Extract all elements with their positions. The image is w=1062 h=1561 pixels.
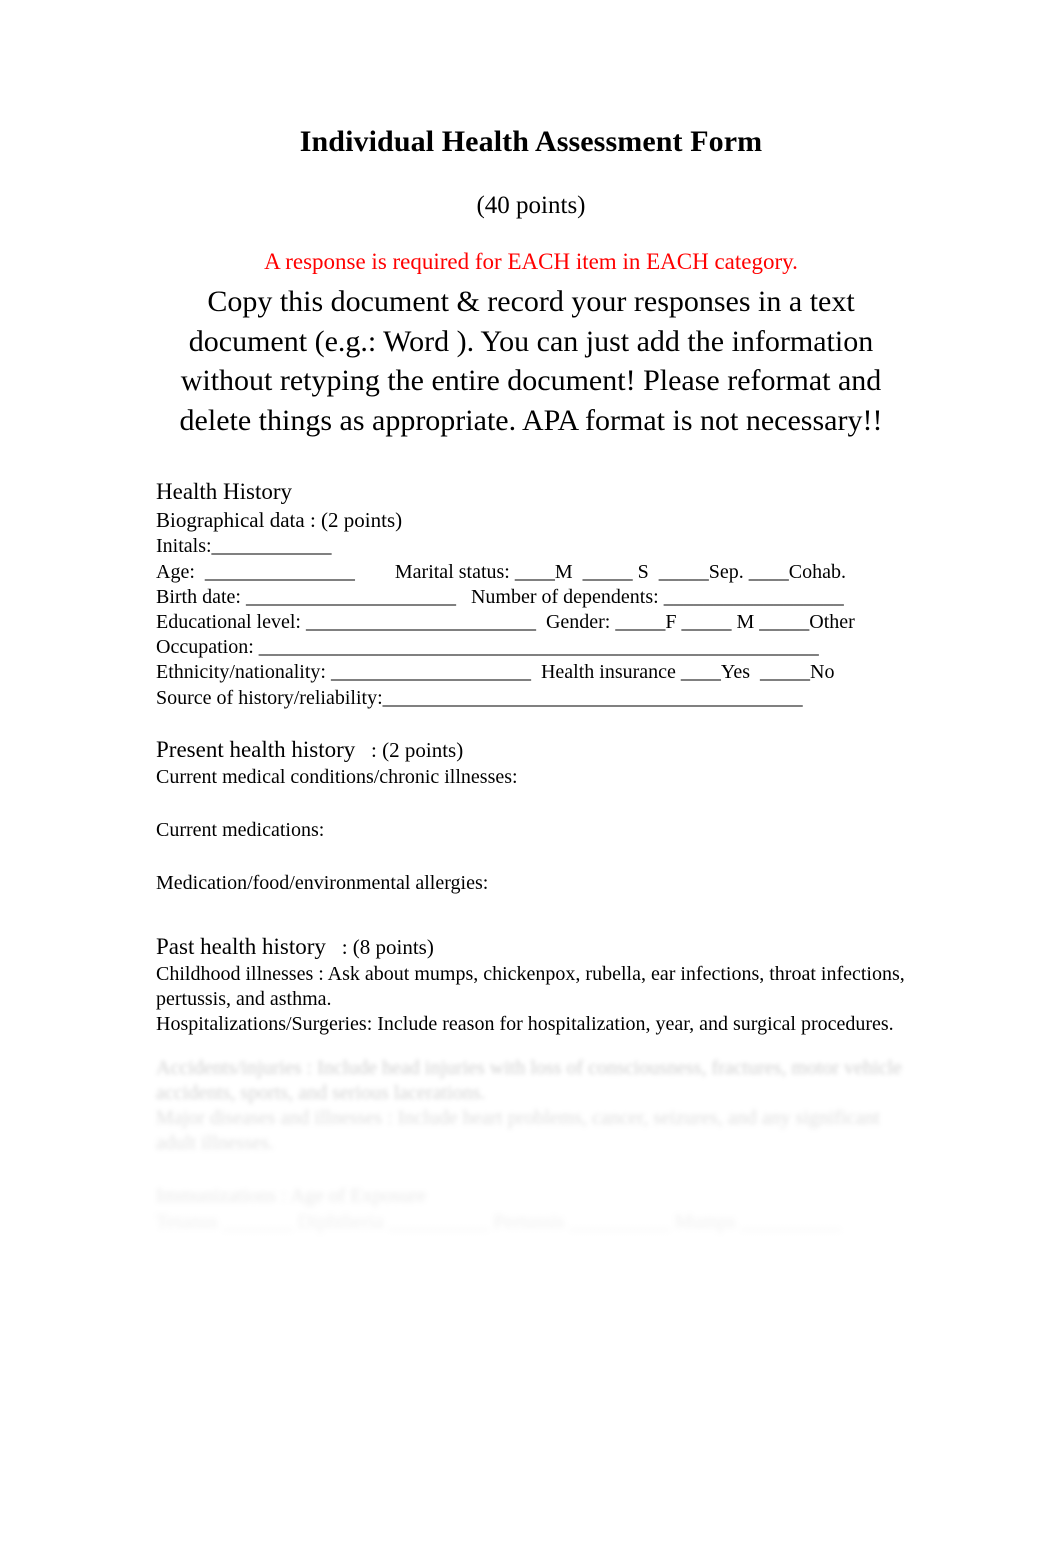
- section-present-health-history: Present health history : (2 points) Curr…: [156, 735, 906, 896]
- past-health-history-heading: Past health history : (8 points): [156, 932, 906, 962]
- health-history-heading: Health History: [156, 479, 293, 505]
- present-item-medications: Current medications:: [156, 818, 325, 841]
- field-occupation: Occupation: ____________________________…: [156, 636, 819, 659]
- present-health-history-heading: Present health history : (2 points): [156, 735, 906, 765]
- faded-text-region: Accidents/injuries : Include head injuri…: [136, 1049, 926, 1245]
- past-item-immunizations-faded: Immunizations : Age of Exposure: [156, 1185, 426, 1208]
- field-birth-date-dependents: Birth date: _____________________ Number…: [156, 585, 844, 608]
- past-item-immunization-blanks-faded: Tetanus _______ Diphtheria __________ Pe…: [156, 1210, 841, 1233]
- past-item-hospitalizations: Hospitalizations/Surgeries: Include reas…: [156, 1013, 894, 1036]
- field-source-of-history: Source of history/reliability:__________…: [156, 686, 803, 709]
- instructions-paragraph: Copy this document & record your respons…: [179, 284, 883, 438]
- section-past-health-history: Past health history : (8 points) Childho…: [136, 932, 926, 1245]
- document-content: Individual Health Assessment Form (40 po…: [136, 0, 926, 1245]
- past-health-history-points: : (8 points): [341, 935, 434, 960]
- field-initials: Initals:____________: [156, 535, 332, 558]
- present-health-history-points: : (2 points): [371, 737, 464, 762]
- page-title: Individual Health Assessment Form: [299, 125, 763, 158]
- required-response-warning: A response is required for EACH item in …: [264, 249, 798, 275]
- field-ethnicity-insurance: Ethnicity/nationality: _________________…: [156, 661, 835, 684]
- past-item-childhood-illnesses: Childhood illnesses : Ask about mumps, c…: [156, 963, 905, 1011]
- past-item-major-diseases-faded: Major diseases and illnesses : Include h…: [156, 1107, 880, 1155]
- past-item-accidents-injuries-faded: Accidents/injuries : Include head injuri…: [156, 1056, 902, 1104]
- biographical-data-heading: Biographical data : (2 points): [156, 508, 403, 533]
- section-health-history: Health History Biographical data : (2 po…: [156, 477, 906, 711]
- field-age-marital-status: Age: _______________ Marital status: ___…: [156, 560, 846, 583]
- past-health-history-title: Past health history: [156, 934, 326, 960]
- field-education-gender: Educational level: _____________________…: [156, 611, 855, 633]
- points-subtitle: (40 points): [476, 191, 586, 219]
- present-item-conditions: Current medical conditions/chronic illne…: [156, 765, 518, 788]
- present-health-history-title: Present health history: [156, 736, 356, 762]
- document-page: Individual Health Assessment Form (40 po…: [0, 0, 1062, 1561]
- present-item-allergies: Medication/food/environmental allergies:: [156, 872, 489, 895]
